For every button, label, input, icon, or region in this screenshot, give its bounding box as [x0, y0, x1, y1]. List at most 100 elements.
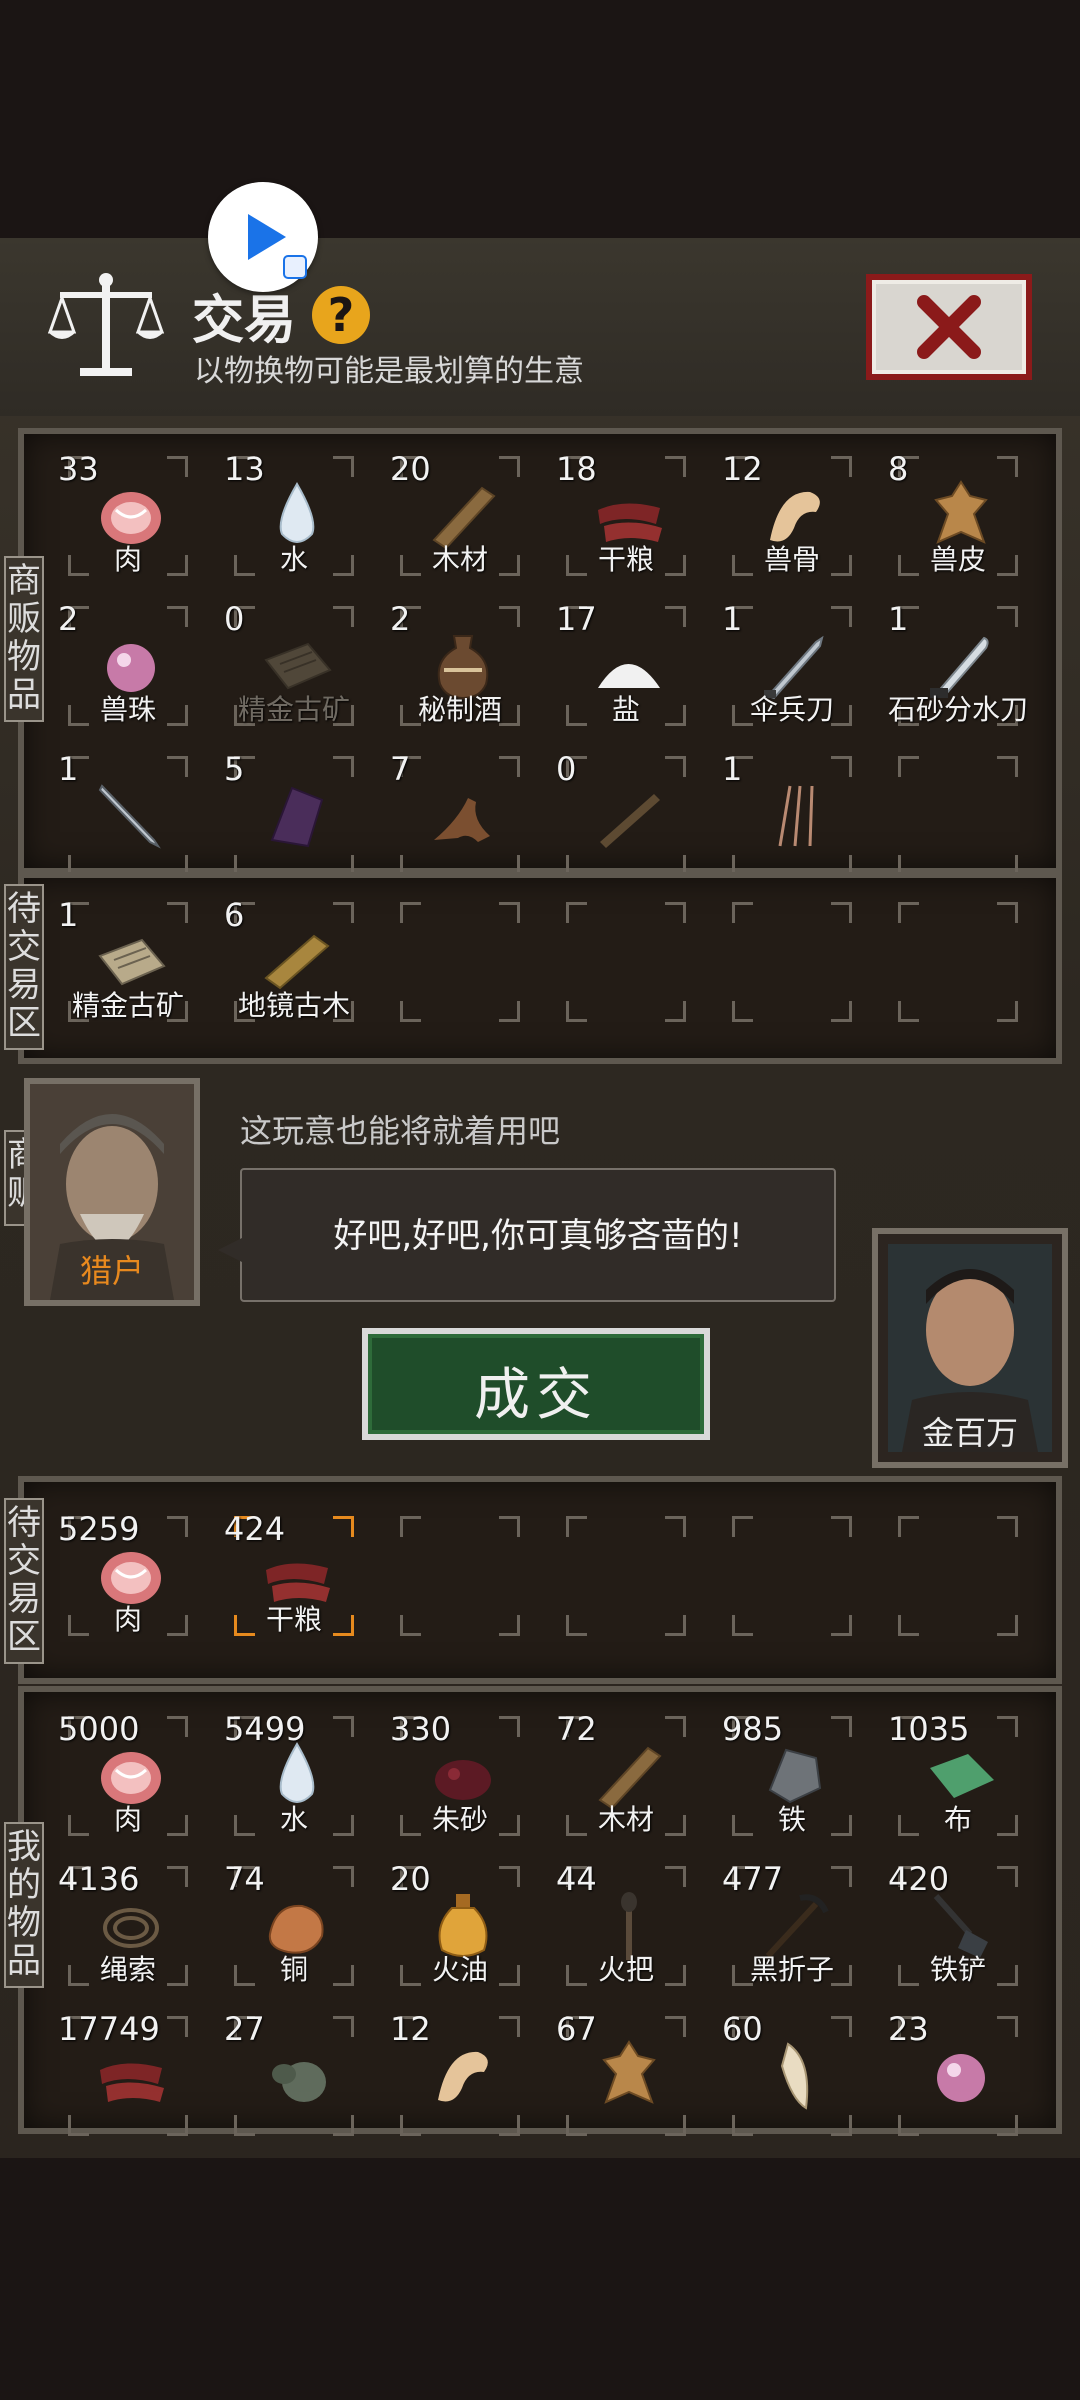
my-goods-slot[interactable]: 27	[224, 2006, 364, 2146]
close-icon	[917, 295, 981, 359]
slot-corner	[898, 902, 919, 923]
item-name: 兽骨	[763, 543, 820, 576]
item-count: 12	[390, 2010, 431, 2048]
item-count: 2	[390, 600, 411, 638]
merchant-pending-slot[interactable]: 1 精金古矿	[58, 892, 198, 1032]
my-goods-slot[interactable]: 44 火把	[556, 1856, 696, 1996]
slot-corner	[997, 1716, 1018, 1737]
my-goods-slot[interactable]: 330 朱砂	[390, 1706, 530, 1846]
merchant-pending-label: 待交易区	[4, 884, 44, 1050]
player-name: 金百万	[921, 1414, 1018, 1452]
my-pending-empty-slot[interactable]	[722, 1506, 862, 1646]
root-icon	[434, 798, 490, 842]
merchant-goods-slot[interactable]: 5	[224, 746, 364, 886]
slot-corner	[665, 1516, 686, 1537]
my-goods-slot[interactable]: 17749	[58, 2006, 198, 2146]
my-goods-slot[interactable]: 5499 水	[224, 1706, 364, 1846]
item-name: 肉	[113, 1603, 142, 1636]
merchant-pending-empty-slot[interactable]	[556, 892, 696, 1032]
merchant-goods-slot[interactable]: 33 肉	[58, 446, 198, 586]
merchant-pending-slot[interactable]: 6 地镜古木	[224, 892, 364, 1032]
slot-corner	[831, 1866, 852, 1887]
item-count: 330	[390, 1710, 452, 1748]
slot-corner	[400, 1516, 421, 1537]
help-icon[interactable]: ?	[312, 286, 370, 344]
my-goods-slot[interactable]: 420 铁铲	[888, 1856, 1028, 1996]
my-goods-slot[interactable]: 12	[390, 2006, 530, 2146]
merchant-goods-slot[interactable]: 1	[722, 746, 862, 886]
merchant-goods-slot[interactable]: 17 盐	[556, 596, 696, 736]
my-goods-slot[interactable]: 60	[722, 2006, 862, 2146]
slot-corner	[167, 456, 188, 477]
my-pending-empty-slot[interactable]	[888, 1506, 1028, 1646]
item-name: 水	[279, 543, 308, 576]
item-count: 1	[58, 750, 79, 788]
my-goods-slot[interactable]: 985 铁	[722, 1706, 862, 1846]
my-pending-empty-slot[interactable]	[556, 1506, 696, 1646]
purple-crystal-icon	[270, 786, 324, 848]
merchant-goods-slot[interactable]: 1 石砂分水刀	[888, 596, 1028, 736]
my-goods-slot[interactable]: 5000 肉	[58, 1706, 198, 1846]
merchant-goods-slot[interactable]: 0 精金古矿	[224, 596, 364, 736]
player-portrait[interactable]: 金百万	[872, 1228, 1068, 1468]
my-goods-slot[interactable]: 477 黑折子	[722, 1856, 862, 1996]
slot-corner	[167, 1866, 188, 1887]
my-goods-slot[interactable]: 74 铜	[224, 1856, 364, 1996]
slot-corner	[333, 902, 354, 923]
slot-corner	[898, 1615, 919, 1636]
slot-corner	[167, 1716, 188, 1737]
merchant-goods-slot[interactable]: 1 伞兵刀	[722, 596, 862, 736]
video-ad-play-button[interactable]	[208, 182, 318, 292]
fang-icon	[780, 2042, 809, 2110]
my-goods-slot[interactable]: 72 木材	[556, 1706, 696, 1846]
merchant-goods-slot[interactable]: 8 兽皮	[888, 446, 1028, 586]
merchant-goods-slot[interactable]: 18 干粮	[556, 446, 696, 586]
item-name: 伞兵刀	[749, 693, 834, 726]
merchant-pending-empty-slot[interactable]	[722, 892, 862, 1032]
my-goods-slot[interactable]: 23	[888, 2006, 1028, 2146]
item-count: 5499	[224, 1710, 306, 1748]
slot-corner	[831, 606, 852, 627]
merchant-goods-slot[interactable]: 2 秘制酒	[390, 596, 530, 736]
slot-corner	[400, 1615, 421, 1636]
slot-corner	[665, 2016, 686, 2037]
my-pending-slot[interactable]: 5259 肉	[58, 1506, 198, 1646]
merchant-goods-slot[interactable]: 0	[556, 746, 696, 886]
item-count: 985	[722, 1710, 784, 1748]
slot-corner	[665, 756, 686, 777]
item-count: 5	[224, 750, 245, 788]
slot-corner	[898, 2115, 919, 2136]
my-pending-empty-slot[interactable]	[390, 1506, 530, 1646]
merchant-goods-slot[interactable]: 13 水	[224, 446, 364, 586]
slot-corner	[400, 2115, 421, 2136]
merchant-goods-empty-slot[interactable]	[888, 746, 1028, 886]
merchant-goods-slot[interactable]: 12 兽骨	[722, 446, 862, 586]
merchant-goods-slot[interactable]: 1	[58, 746, 198, 886]
my-goods-slot[interactable]: 67	[556, 2006, 696, 2146]
item-name: 水	[279, 1803, 308, 1836]
needles-icon	[778, 785, 814, 847]
my-pending-label: 待交易区	[4, 1498, 44, 1664]
slot-corner	[167, 902, 188, 923]
item-name: 木材	[431, 543, 488, 576]
my-goods-slot[interactable]: 20 火油	[390, 1856, 530, 1996]
merchant-pending-empty-slot[interactable]	[390, 892, 530, 1032]
merchant-goods-slot[interactable]: 7	[390, 746, 530, 886]
merchant-portrait[interactable]: 猎户	[24, 1078, 200, 1306]
slot-corner	[831, 1716, 852, 1737]
item-name: 绳索	[99, 1953, 156, 1986]
deal-button-label[interactable]: 成交	[362, 1350, 710, 1431]
item-count: 12	[722, 450, 763, 488]
slot-corner	[997, 2016, 1018, 2037]
my-goods-slot[interactable]: 1035 布	[888, 1706, 1028, 1846]
slot-corner	[665, 1866, 686, 1887]
merchant-goods-slot[interactable]: 2 兽珠	[58, 596, 198, 736]
my-pending-slot[interactable]: 424 干粮	[224, 1506, 364, 1646]
slot-corner	[898, 1001, 919, 1022]
merchant-pending-empty-slot[interactable]	[888, 892, 1028, 1032]
item-count: 0	[556, 750, 577, 788]
my-goods-slot[interactable]: 4136 绳索	[58, 1856, 198, 1996]
close-button[interactable]	[866, 274, 1032, 380]
slot-corner	[831, 1516, 852, 1537]
merchant-goods-slot[interactable]: 20 木材	[390, 446, 530, 586]
